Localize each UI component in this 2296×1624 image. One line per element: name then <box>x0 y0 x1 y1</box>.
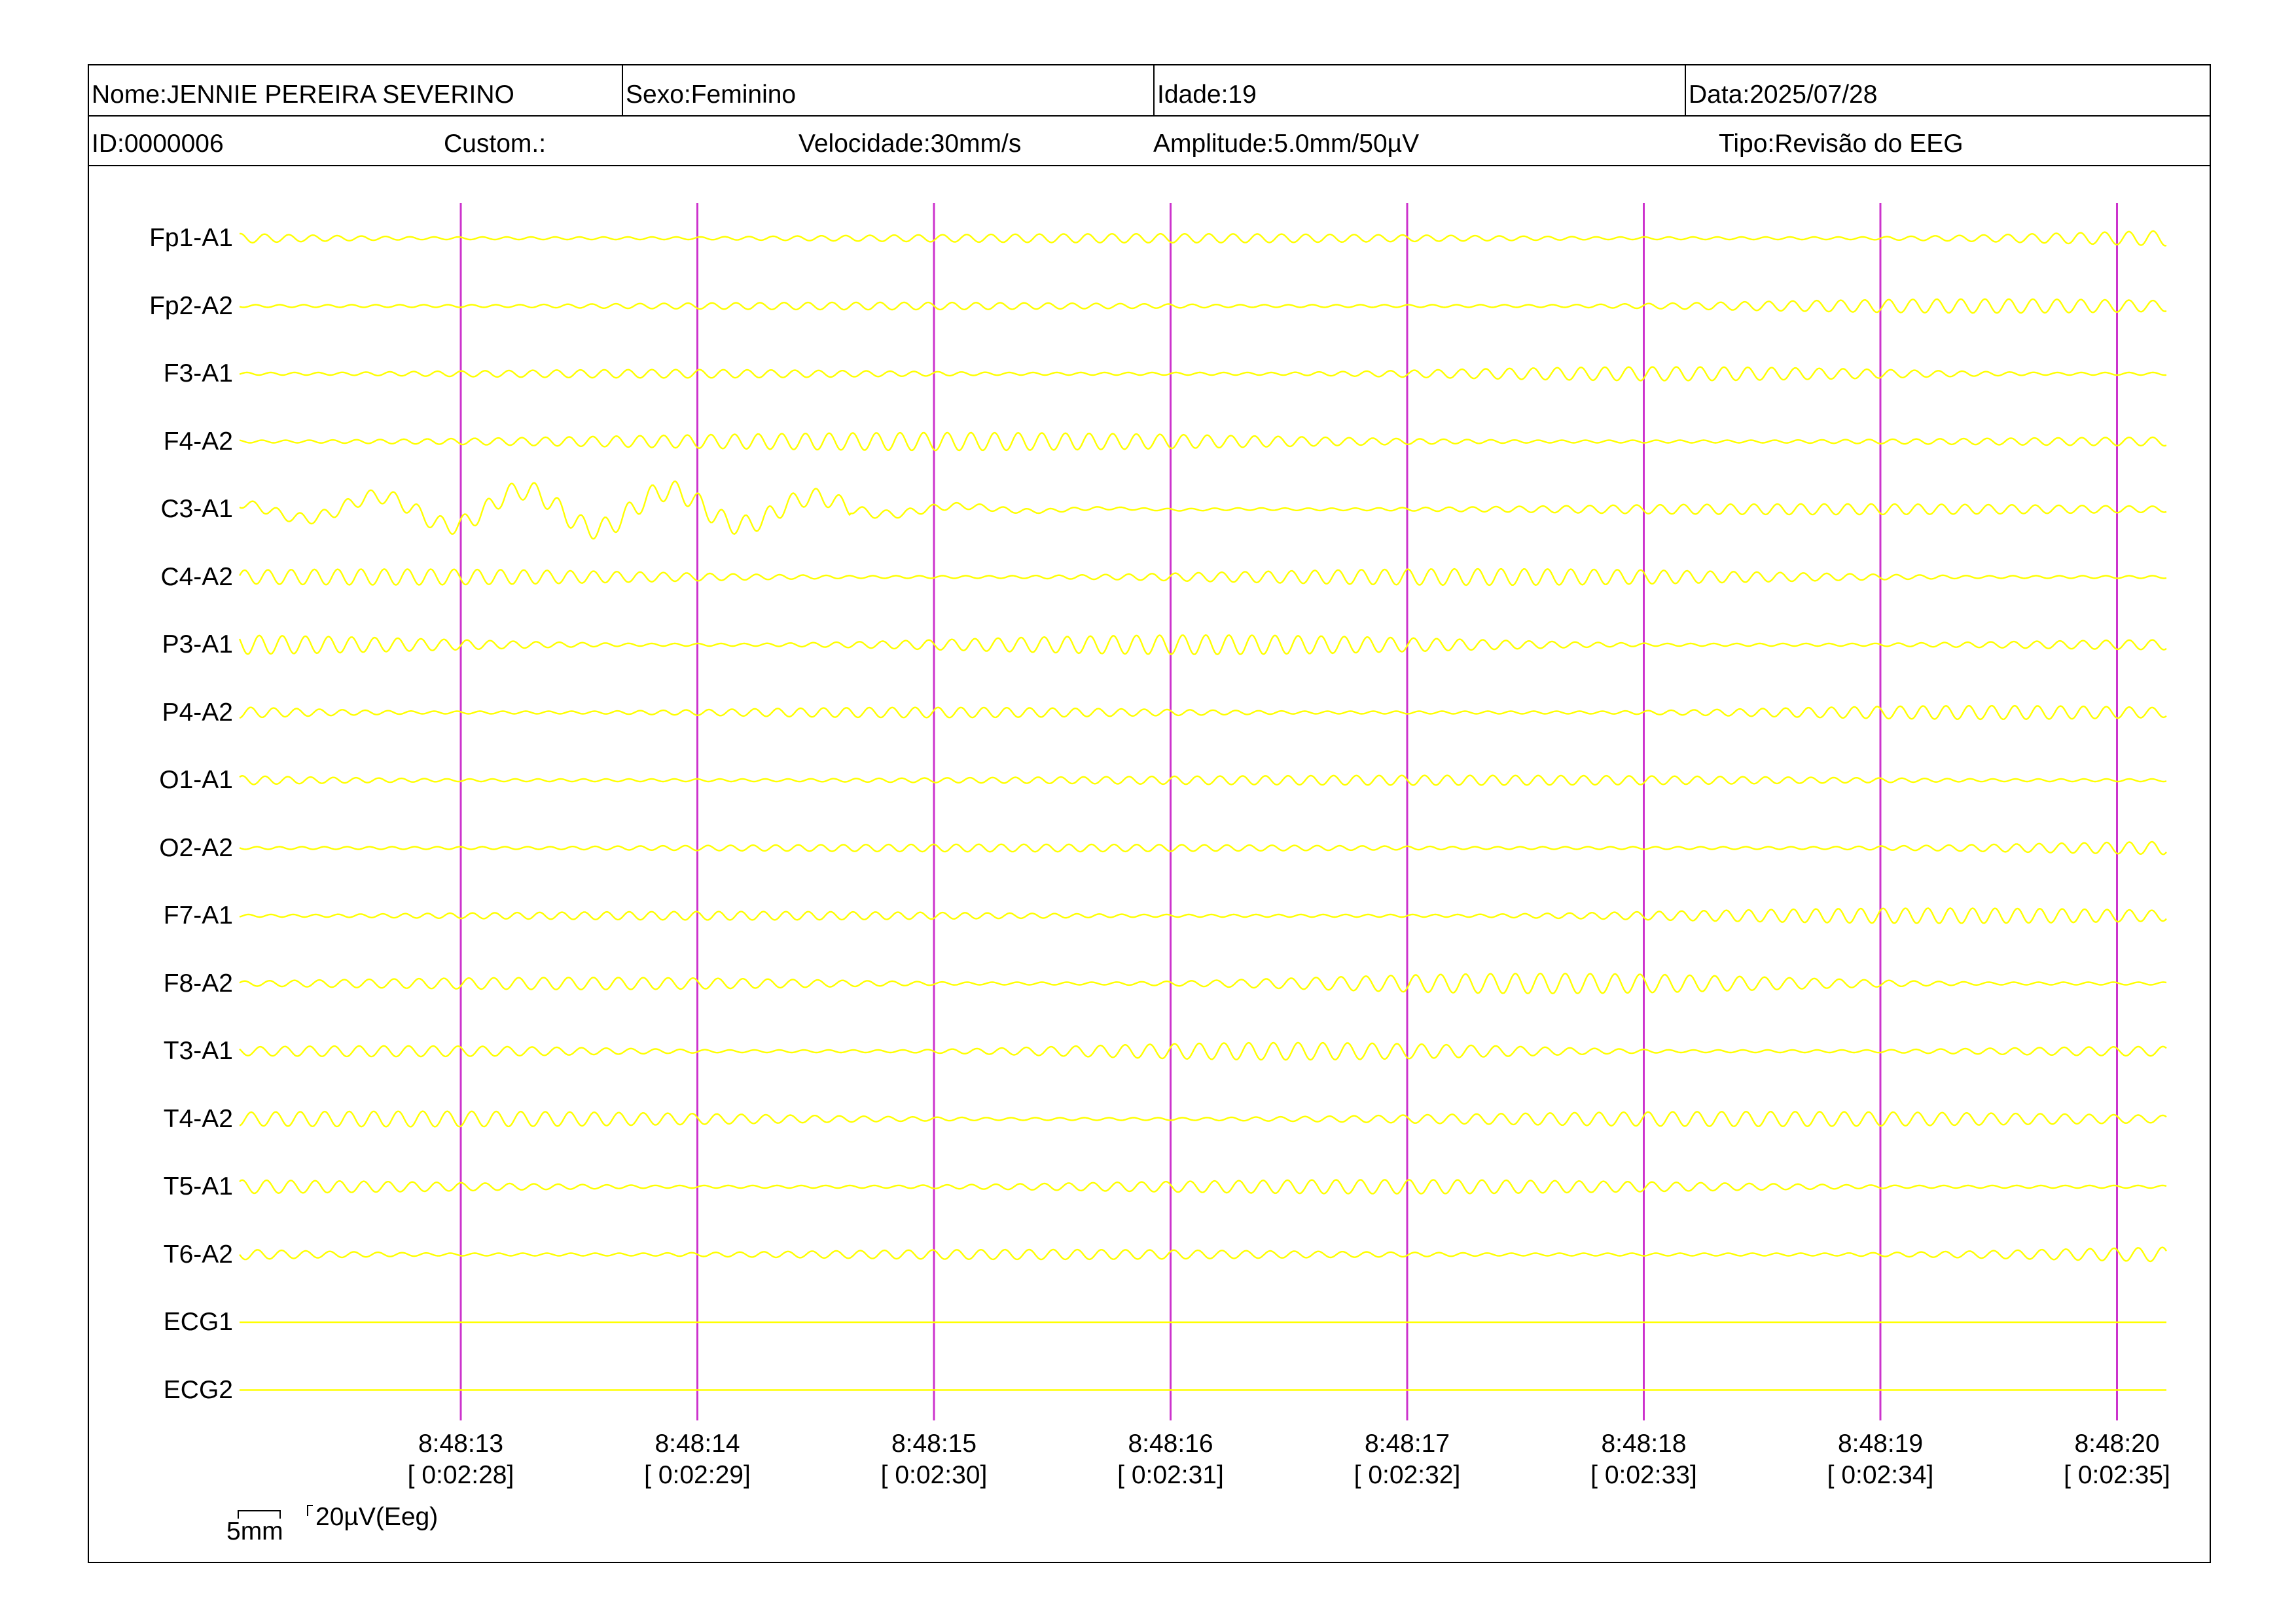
channel-trace <box>239 1179 2167 1195</box>
channel-label: F8-A2 <box>163 969 233 998</box>
channel-label: ECG2 <box>163 1375 233 1404</box>
channel-label: F7-A1 <box>163 901 233 929</box>
time-mark-label: 8:48:16[ 0:02:31] <box>1092 1428 1249 1490</box>
channel-trace <box>238 634 2167 655</box>
channel-label: F4-A2 <box>163 427 233 456</box>
clock-time: 8:48:18 <box>1601 1430 1687 1458</box>
channel-label: P3-A1 <box>162 630 233 659</box>
channel-label: F3-A1 <box>163 359 233 388</box>
elapsed-time: [ 0:02:31] <box>1117 1460 1224 1489</box>
channel-trace <box>239 298 2167 314</box>
time-mark-label: 8:48:15[ 0:02:30] <box>855 1428 1013 1490</box>
time-mark-label: 8:48:19[ 0:02:34] <box>1802 1428 1959 1490</box>
channel-label: P4-A2 <box>162 698 233 727</box>
channel-label: ECG1 <box>163 1308 233 1336</box>
clock-time: 8:48:19 <box>1837 1430 1924 1458</box>
time-mark-label: 8:48:18[ 0:02:33] <box>1566 1428 1723 1490</box>
time-mark-label: 8:48:14[ 0:02:29] <box>619 1428 776 1490</box>
channel-trace <box>238 568 2167 586</box>
clock-time: 8:48:20 <box>2074 1430 2160 1458</box>
elapsed-time: [ 0:02:35] <box>2064 1460 2170 1489</box>
channel-label: T5-A1 <box>163 1172 233 1200</box>
time-mark-label: 8:48:13[ 0:02:28] <box>382 1428 539 1490</box>
channel-trace <box>239 774 2167 786</box>
elapsed-time: [ 0:02:30] <box>880 1460 988 1489</box>
clock-time: 8:48:16 <box>1128 1430 1213 1458</box>
clock-time: 8:48:17 <box>1364 1430 1450 1458</box>
time-mark-label: 8:48:17[ 0:02:32] <box>1329 1428 1486 1490</box>
channel-trace <box>239 1110 2167 1128</box>
clock-time: 8:48:15 <box>891 1430 977 1458</box>
channel-label: Fp1-A1 <box>149 224 233 252</box>
time-scale-label: 5mm <box>226 1517 283 1545</box>
channel-trace <box>239 480 2167 540</box>
channel-label: O1-A1 <box>159 766 233 794</box>
channel-trace <box>239 1246 2167 1263</box>
channel-trace <box>239 230 2167 247</box>
channel-trace <box>239 1041 2167 1061</box>
channel-trace <box>239 704 2167 721</box>
channel-trace <box>239 973 2167 994</box>
elapsed-time: [ 0:02:28] <box>407 1460 514 1489</box>
channel-label: Fp2-A2 <box>149 291 233 320</box>
channel-label: C4-A2 <box>160 562 233 591</box>
channel-trace <box>239 840 2167 856</box>
elapsed-time: [ 0:02:34] <box>1827 1460 1934 1489</box>
channel-label: T4-A2 <box>163 1104 233 1133</box>
elapsed-time: [ 0:02:29] <box>644 1460 751 1489</box>
eeg-trace-area <box>238 203 2167 1420</box>
time-mark-label: 8:48:20[ 0:02:35] <box>2039 1428 2196 1490</box>
amplitude-scale-label: 20µV(Eeg) <box>315 1503 439 1531</box>
channel-label: T3-A1 <box>163 1037 233 1065</box>
channel-trace <box>239 431 2167 452</box>
channel-label: T6-A2 <box>163 1240 233 1269</box>
elapsed-time: [ 0:02:32] <box>1354 1460 1461 1489</box>
channel-trace <box>239 366 2167 382</box>
channel-label: O2-A2 <box>159 833 233 862</box>
clock-time: 8:48:14 <box>655 1430 740 1458</box>
clock-time: 8:48:13 <box>418 1430 504 1458</box>
elapsed-time: [ 0:02:33] <box>1590 1460 1697 1489</box>
channel-trace <box>239 907 2167 924</box>
channel-label: C3-A1 <box>160 495 233 523</box>
